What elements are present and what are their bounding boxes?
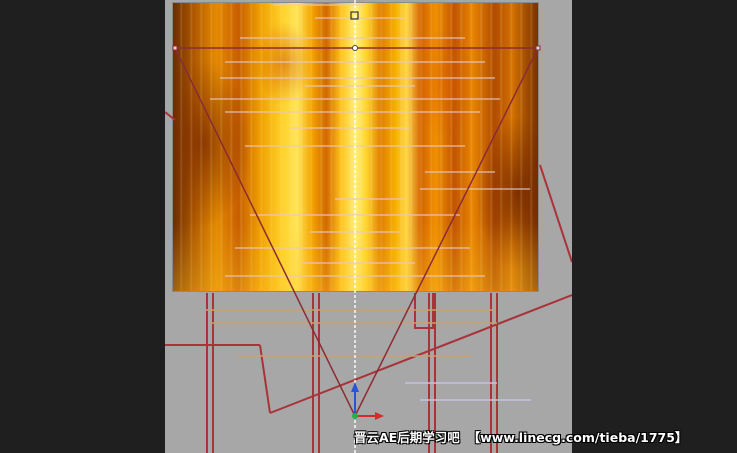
center-handle	[352, 45, 358, 51]
light-lines-bottom	[405, 382, 531, 401]
light-lines	[210, 4, 530, 277]
viewport-overlay	[165, 0, 572, 453]
watermark-url: 【www.linecg.com/tieba/1775】	[467, 430, 688, 445]
wireframe-lines	[165, 111, 572, 453]
corner-handle-left	[172, 45, 178, 51]
composition-viewport[interactable]	[165, 0, 572, 453]
corner-handle-right	[535, 45, 541, 51]
guide-lines	[205, 309, 497, 357]
watermark-text: 晋云AE后期学习吧 【www.linecg.com/tieba/1775】	[354, 427, 687, 446]
watermark-title: 晋云AE后期学习吧	[354, 430, 460, 445]
transform-gizmo	[351, 382, 384, 420]
